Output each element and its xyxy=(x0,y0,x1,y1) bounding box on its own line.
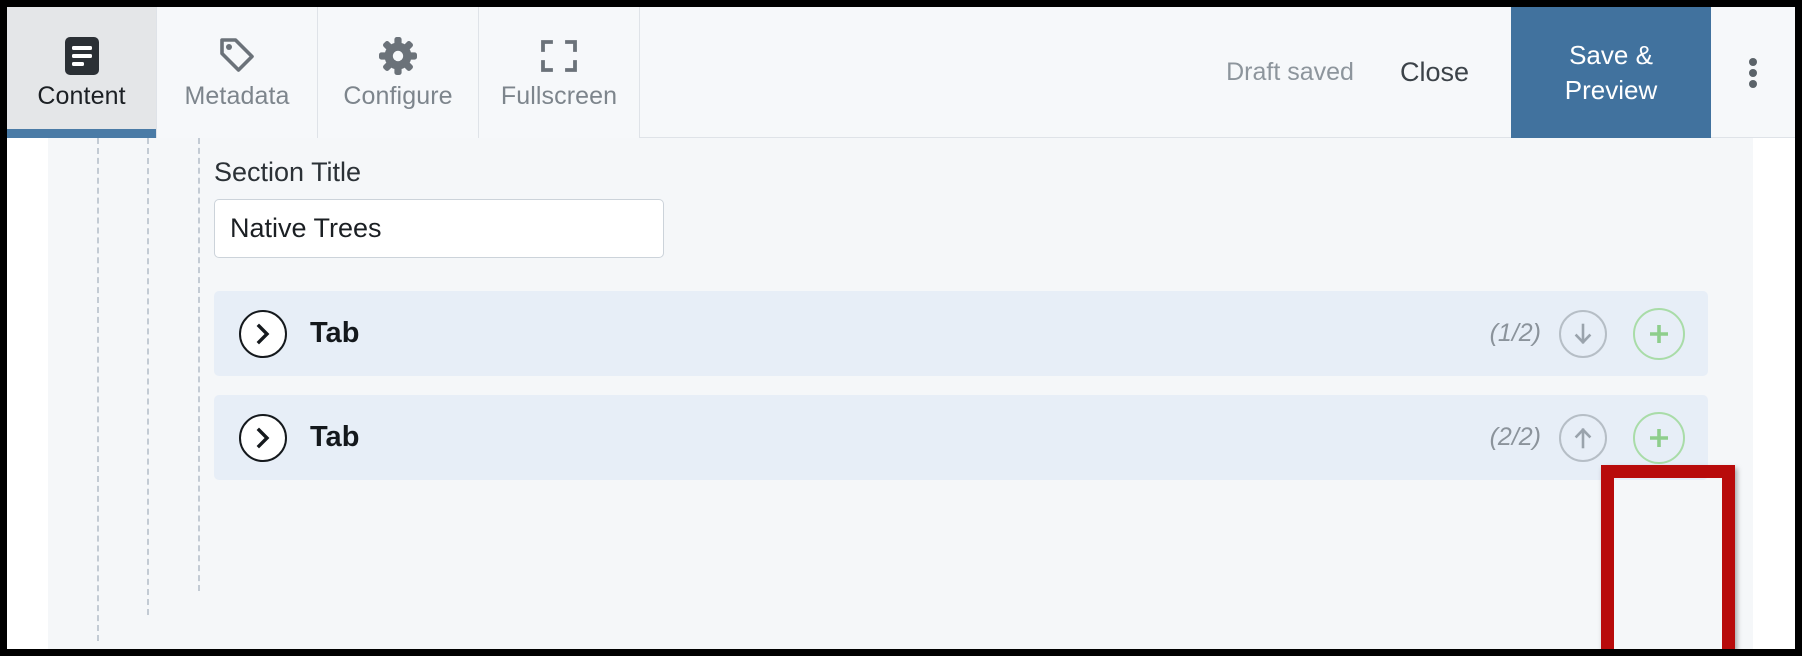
toolbar-tab-group: Content Metadata Configure Fullscreen xyxy=(7,7,640,138)
tab-metadata-label: Metadata xyxy=(184,82,290,110)
document-icon xyxy=(64,34,100,78)
arrow-down-circle-icon[interactable] xyxy=(1559,309,1607,358)
tab-row-title: Tab xyxy=(310,317,360,349)
kebab-dot xyxy=(1749,79,1757,88)
plus-circle-icon[interactable] xyxy=(1633,307,1685,360)
tab-fullscreen-label: Fullscreen xyxy=(500,82,618,110)
tab-row[interactable]: Tab (2/2) xyxy=(214,395,1708,480)
close-button[interactable]: Close xyxy=(1400,7,1511,138)
plus-circle-icon[interactable] xyxy=(1633,411,1685,464)
editor-toolbar: Content Metadata Configure Fullscreen Dr… xyxy=(7,7,1795,138)
nesting-guide-line xyxy=(97,138,99,641)
tab-row-counter: (2/2) xyxy=(1489,423,1541,451)
tab-content[interactable]: Content xyxy=(7,7,157,138)
tab-row-title: Tab xyxy=(310,421,360,453)
tab-content-label: Content xyxy=(37,82,126,110)
kebab-dot xyxy=(1749,68,1757,77)
nesting-guide-line xyxy=(147,138,149,615)
chevron-right-circle-icon[interactable] xyxy=(239,309,287,358)
save-preview-line-2: Preview xyxy=(1564,74,1658,105)
nesting-guide-line xyxy=(198,138,200,591)
gear-icon xyxy=(378,34,418,78)
editor-body: Section Title Tab (1/2) xyxy=(7,138,1795,649)
draft-status-label: Draft saved xyxy=(1226,58,1354,86)
tab-fullscreen[interactable]: Fullscreen xyxy=(479,7,640,138)
tab-configure[interactable]: Configure xyxy=(318,7,479,138)
save-preview-line-1: Save & xyxy=(1569,39,1653,70)
arrow-up-circle-icon[interactable] xyxy=(1559,413,1607,462)
save-and-preview-button[interactable]: Save & Preview xyxy=(1511,7,1711,138)
section-title-label: Section Title xyxy=(214,157,362,187)
editor-window: Content Metadata Configure Fullscreen Dr… xyxy=(7,7,1795,649)
left-gutter xyxy=(7,138,48,649)
kebab-menu-icon[interactable] xyxy=(1711,7,1795,138)
kebab-dot xyxy=(1749,57,1757,66)
chevron-right-circle-icon[interactable] xyxy=(239,413,287,462)
fullscreen-icon xyxy=(540,34,578,78)
section-title-input[interactable] xyxy=(214,199,664,258)
toolbar-actions: Draft saved Close Save & Preview xyxy=(1226,7,1795,138)
tab-metadata[interactable]: Metadata xyxy=(157,7,318,138)
tab-row[interactable]: Tab (1/2) xyxy=(214,291,1708,376)
tab-row-counter: (1/2) xyxy=(1489,319,1541,347)
tab-configure-label: Configure xyxy=(343,82,453,110)
tag-icon xyxy=(217,34,257,78)
editor-canvas: Section Title Tab (1/2) xyxy=(48,138,1753,649)
